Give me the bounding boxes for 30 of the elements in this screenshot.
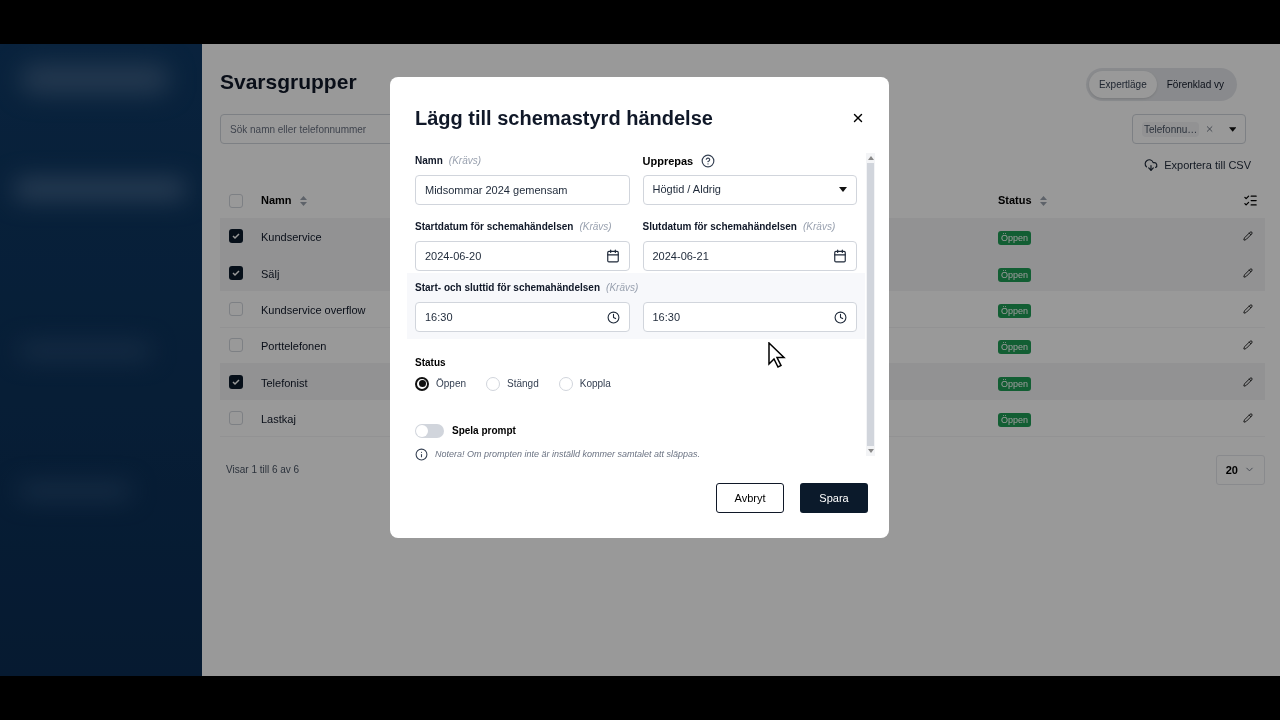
table-cell: Kundservice <box>261 231 322 244</box>
table-cell: Sälj <box>261 267 280 280</box>
table-cell: Telefonist <box>261 376 308 389</box>
filter-chip: Telefonnu… <box>1142 121 1200 137</box>
required-hint: (Krävs) <box>803 220 836 234</box>
status-badge: Öppen <box>998 303 1032 318</box>
field-label: Startdatum för schemahändelsen <box>415 220 574 234</box>
field-label: Namn <box>415 154 443 168</box>
dialog-title: Lägg till schemastyrd händelse <box>415 106 713 131</box>
table-cell: Lastkaj <box>261 413 296 426</box>
field-label: Upprepas <box>642 154 694 169</box>
required-hint: (Krävs) <box>579 220 612 234</box>
status-badge: Öppen <box>998 340 1032 355</box>
field-label: Start- och sluttid för schemahändelsen <box>415 281 601 295</box>
column-header: Namn <box>261 193 292 209</box>
required-hint: (Krävs) <box>448 154 482 168</box>
status-badge: Öppen <box>998 413 1032 428</box>
status-badge: Öppen <box>998 267 1032 282</box>
table-cell: Kundservice overflow <box>261 303 366 316</box>
toggle-label: Spela prompt <box>452 424 516 438</box>
required-hint: (Krävs) <box>606 281 639 295</box>
status-badge: Öppen <box>998 376 1032 391</box>
status-badge: Öppen <box>998 231 1032 246</box>
table-cell: Porttelefonen <box>261 340 327 353</box>
column-header: Status <box>998 193 1032 209</box>
field-label: Status <box>415 356 446 370</box>
pagination-summary: Visar 1 till 6 av 6 <box>226 463 300 478</box>
page-title: Svarsgrupper <box>220 69 357 95</box>
note-text: Notera! Om prompten inte är inställd kommer samtalet att släppas. <box>435 448 701 461</box>
field-label: Slutdatum för schemahändelsen <box>642 220 797 234</box>
